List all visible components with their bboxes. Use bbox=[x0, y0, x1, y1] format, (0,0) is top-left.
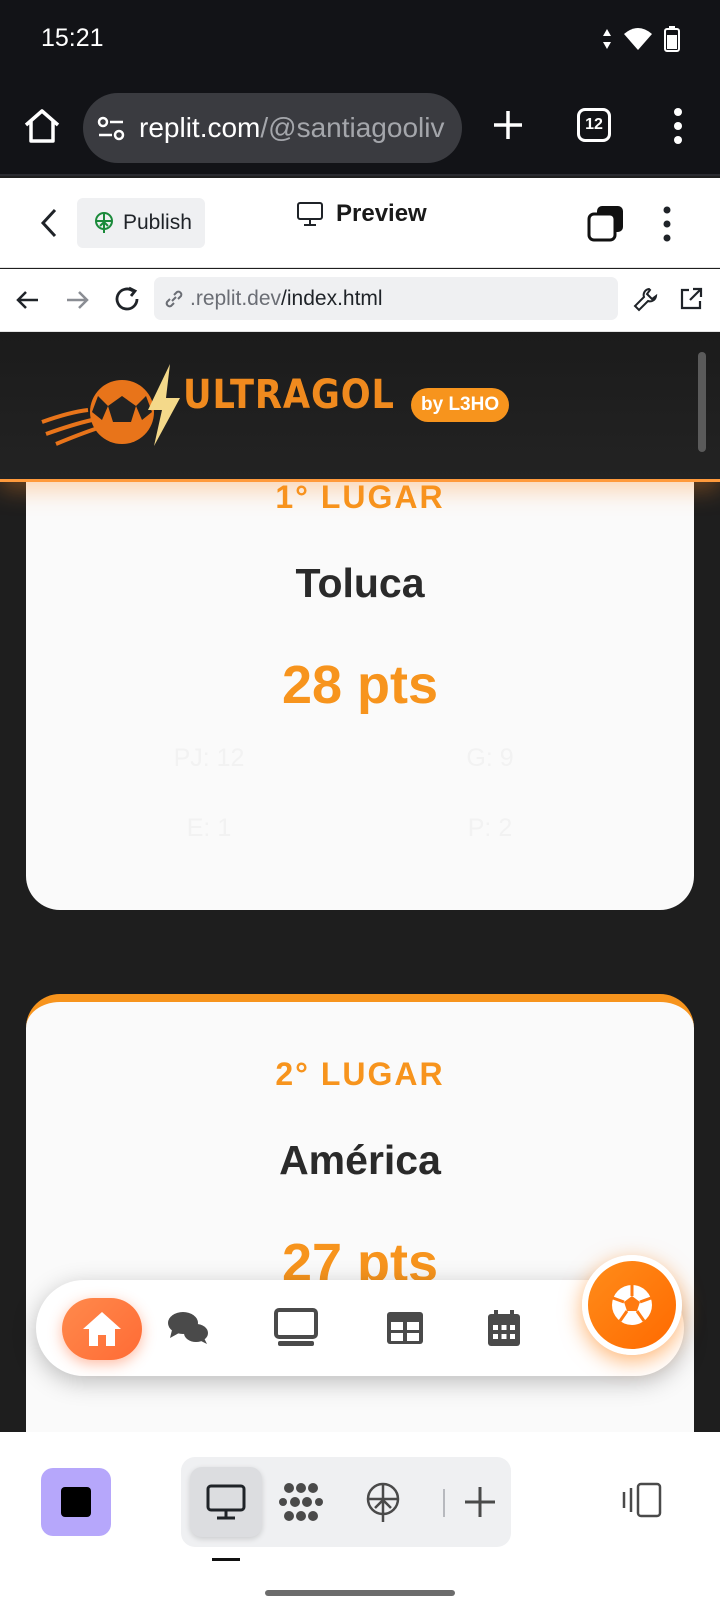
table-icon[interactable] bbox=[383, 1308, 427, 1348]
status-bar: 15:21 bbox=[0, 0, 720, 80]
team-name: Toluca bbox=[295, 560, 425, 606]
data-arrows-icon bbox=[603, 29, 611, 49]
tv-icon[interactable] bbox=[274, 1308, 318, 1348]
url-text: replit.com/@santiagooliv bbox=[139, 112, 444, 144]
back-chevron-icon[interactable] bbox=[37, 206, 61, 240]
home-icon[interactable] bbox=[22, 106, 62, 146]
toolbar-divider bbox=[443, 1489, 445, 1517]
external-link-icon[interactable] bbox=[677, 285, 705, 313]
logo-text: ULTRAGOL bbox=[183, 372, 395, 418]
team-name: América bbox=[279, 1137, 441, 1183]
replit-header: Publish Preview bbox=[0, 178, 720, 268]
monitor-icon bbox=[297, 202, 323, 226]
fab-button[interactable] bbox=[582, 1255, 682, 1355]
nav-home-button[interactable] bbox=[62, 1298, 142, 1360]
plus-icon[interactable] bbox=[458, 1480, 502, 1524]
tab-switcher-button[interactable]: 12 bbox=[577, 108, 611, 142]
soccer-ball-icon bbox=[612, 1285, 652, 1325]
arrow-right-icon[interactable] bbox=[63, 286, 91, 314]
reload-icon[interactable] bbox=[112, 284, 142, 314]
stat-played: PJ: 12 bbox=[173, 744, 245, 772]
dots-icon[interactable] bbox=[279, 1480, 323, 1524]
preview-tab[interactable]: Preview bbox=[296, 200, 427, 228]
devices-icon[interactable] bbox=[622, 1482, 664, 1518]
preview-label: Preview bbox=[336, 200, 427, 227]
publish-icon[interactable] bbox=[361, 1480, 405, 1524]
app-viewport: ULTRAGOL by L3HO 1° LUGAR Toluca 28 pts … bbox=[0, 332, 720, 1432]
author-badge: by L3HO bbox=[411, 388, 510, 422]
replit-bottom-toolbar bbox=[0, 1432, 720, 1612]
tab-count: 12 bbox=[585, 116, 603, 133]
scrollbar[interactable] bbox=[698, 352, 706, 452]
preview-url-field[interactable]: .replit.dev/index.html bbox=[154, 277, 618, 320]
preview-url-host: .replit.dev bbox=[190, 286, 282, 310]
stat-drawn: E: 1 bbox=[186, 814, 232, 842]
arrow-left-icon[interactable] bbox=[14, 286, 42, 314]
stop-button[interactable] bbox=[41, 1468, 111, 1536]
desktop-icon[interactable] bbox=[204, 1480, 248, 1524]
link-icon bbox=[165, 290, 183, 307]
app-header: ULTRAGOL by L3HO bbox=[0, 332, 720, 482]
stat-won: G: 9 bbox=[466, 744, 514, 772]
url-bar[interactable]: replit.com/@santiagooliv bbox=[83, 93, 462, 163]
screen: 15:21 replit.com/@santiagooliv 12 Publis… bbox=[0, 0, 720, 1612]
preview-url-path: /index.html bbox=[281, 286, 383, 310]
home-icon bbox=[83, 1312, 121, 1346]
new-tab-icon[interactable] bbox=[490, 107, 526, 143]
team-points: 28 pts bbox=[281, 655, 439, 715]
preview-url-text: .replit.dev/index.html bbox=[190, 287, 383, 311]
place-label: 2° LUGAR bbox=[275, 1056, 445, 1092]
url-host: replit.com bbox=[139, 112, 261, 143]
url-path: /@santiagooliv bbox=[260, 112, 445, 143]
site-settings-icon[interactable] bbox=[97, 115, 125, 143]
browser-toolbar: replit.com/@santiagooliv 12 bbox=[0, 80, 720, 176]
square-icon bbox=[61, 1487, 91, 1517]
chat-icon[interactable] bbox=[166, 1308, 210, 1348]
gesture-bar[interactable] bbox=[265, 1590, 455, 1596]
place-label: 1° LUGAR bbox=[275, 479, 445, 515]
battery-icon bbox=[664, 26, 680, 52]
status-time: 15:21 bbox=[41, 24, 104, 52]
wifi-icon bbox=[624, 28, 652, 50]
status-icons bbox=[602, 26, 680, 52]
wrench-icon[interactable] bbox=[632, 285, 660, 313]
tabs-stack-icon[interactable] bbox=[587, 204, 625, 242]
globe-upload-icon bbox=[95, 212, 113, 233]
stat-lost: P: 2 bbox=[467, 814, 513, 842]
active-indicator bbox=[212, 1558, 240, 1561]
more-menu-icon[interactable] bbox=[668, 104, 688, 148]
view-switcher bbox=[181, 1457, 511, 1547]
calendar-icon[interactable] bbox=[482, 1308, 526, 1348]
preview-address-bar: .replit.dev/index.html bbox=[0, 269, 720, 332]
publish-label: Publish bbox=[123, 211, 192, 234]
publish-button[interactable]: Publish bbox=[77, 198, 205, 248]
more-options-icon[interactable] bbox=[659, 202, 675, 246]
